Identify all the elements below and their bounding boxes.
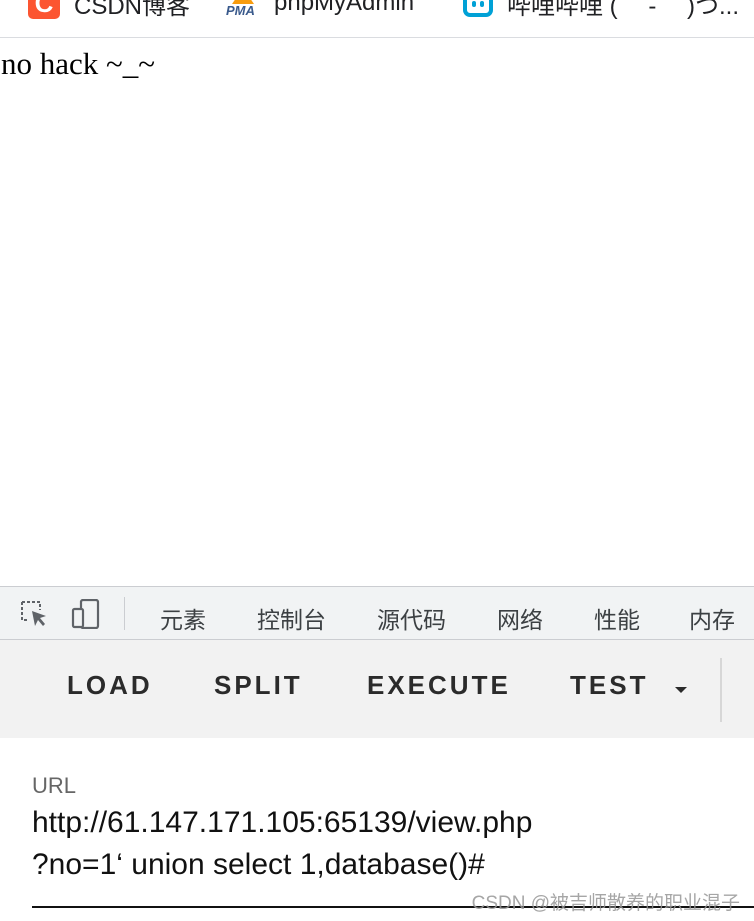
bookmark-csdn-label: CSDN博客 xyxy=(74,0,191,20)
bookmark-csdn[interactable]: C CSDN博客 xyxy=(28,0,191,20)
watermark: CSDN @被吉师散养的职业混子 xyxy=(471,893,740,914)
devtools-tab-bar: 元素 控制台 源代码 网络 性能 内存 xyxy=(0,586,754,640)
load-button[interactable]: LOAD xyxy=(67,670,153,701)
hackbar-toolbar: LOAD SPLIT EXECUTE TEST xyxy=(0,640,754,738)
url-input[interactable]: http://61.147.171.105:65139/view.php ?no… xyxy=(32,802,732,886)
bilibili-logo-icon xyxy=(463,0,493,17)
bookmark-phpmyadmin-label: phpMyAdmin xyxy=(274,0,415,16)
tab-network[interactable]: 网络 xyxy=(497,601,543,635)
tab-sources[interactable]: 源代码 xyxy=(377,601,446,635)
inspect-element-icon[interactable] xyxy=(19,599,49,629)
phpmyadmin-logo-icon: PMA xyxy=(226,0,260,18)
page-message: no hack ~_~ xyxy=(1,46,156,81)
url-field-container: URL http://61.147.171.105:65139/view.php… xyxy=(0,738,754,921)
tab-elements[interactable]: 元素 xyxy=(160,601,206,635)
tab-console[interactable]: 控制台 xyxy=(257,601,326,635)
execute-button[interactable]: EXECUTE xyxy=(367,670,511,701)
bookmarks-bar: C CSDN博客 PMA phpMyAdmin 哔哩哔哩 ( ゜- ゜)つ... xyxy=(0,0,754,38)
split-button[interactable]: SPLIT xyxy=(214,670,303,701)
toolbar-divider xyxy=(124,597,125,630)
device-toolbar-icon[interactable] xyxy=(71,598,101,630)
bookmark-phpmyadmin[interactable]: PMA phpMyAdmin xyxy=(226,0,414,18)
csdn-logo-icon: C xyxy=(28,0,60,19)
chevron-down-icon[interactable] xyxy=(675,687,687,693)
tab-performance[interactable]: 性能 xyxy=(594,601,640,635)
bookmark-bilibili[interactable]: 哔哩哔哩 ( ゜- ゜)つ... xyxy=(463,0,739,20)
bookmark-bilibili-label: 哔哩哔哩 ( ゜- ゜)つ... xyxy=(507,0,739,20)
toolbar-divider xyxy=(720,658,722,722)
url-label: URL xyxy=(32,773,77,798)
tab-memory[interactable]: 内存 xyxy=(689,601,735,635)
test-button[interactable]: TEST xyxy=(570,670,648,701)
